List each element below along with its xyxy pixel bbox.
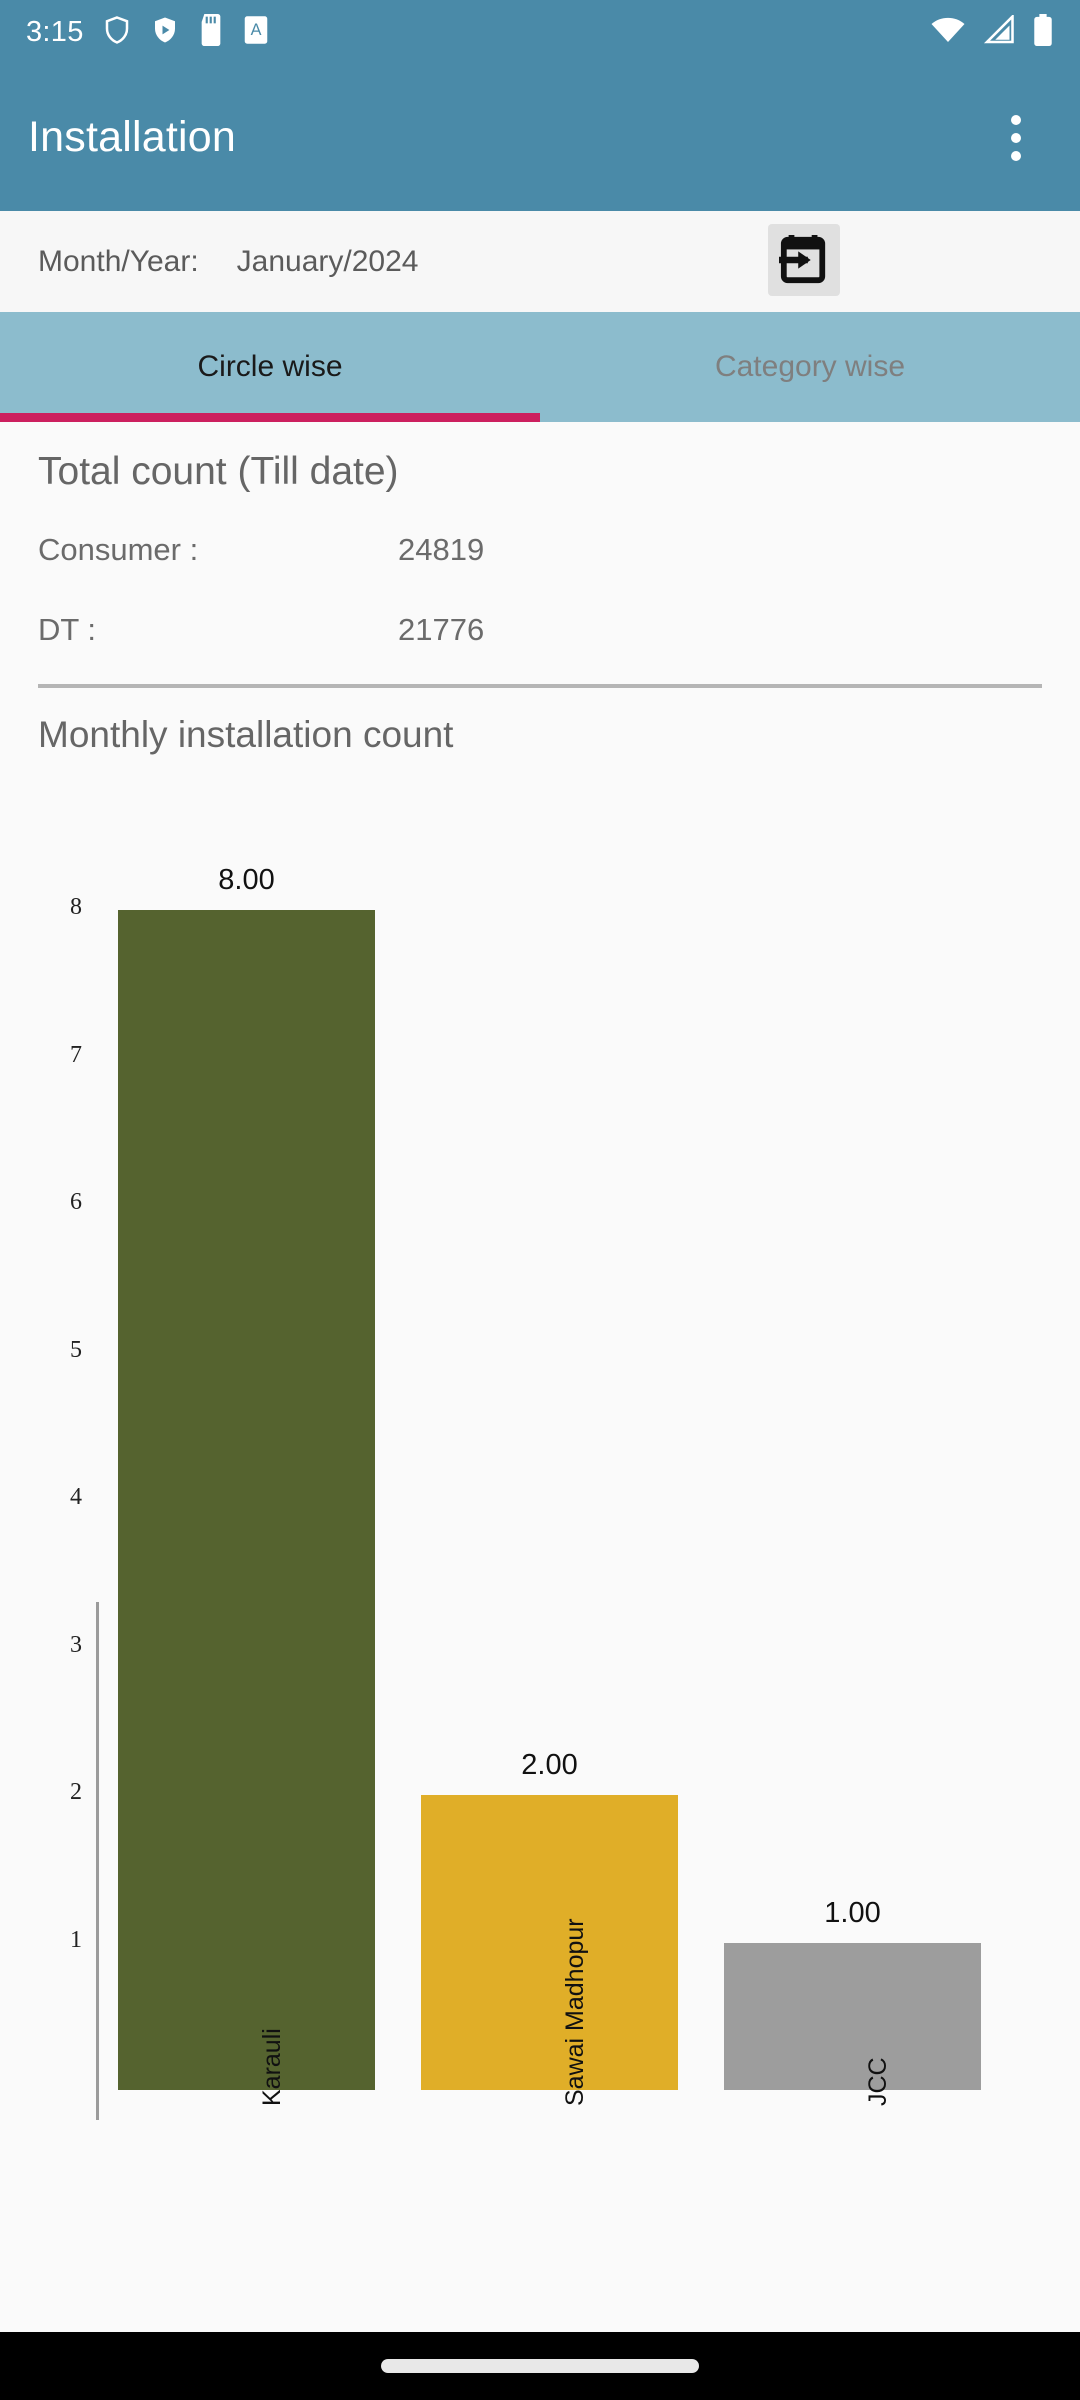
chart-category-label-sawai-madhopur: Sawai Madhopur <box>560 1918 589 2106</box>
totals-title: Total count (Till date) <box>38 450 399 493</box>
chart-category-label-karauli: Karauli <box>257 2028 286 2106</box>
sd-card-icon <box>198 13 224 51</box>
chart-bar-value-sawai-madhopur: 2.00 <box>521 1749 578 1782</box>
status-clock: 3:15 <box>26 15 84 48</box>
chart-y-tick-2: 2 <box>70 1779 82 1806</box>
chart-y-tick-4: 4 <box>70 1484 82 1511</box>
chart-bar-value-karauli: 8.00 <box>218 864 275 897</box>
page-title: Installation <box>28 113 236 161</box>
chart-y-axis <box>96 1602 99 2120</box>
chart-bar-jcc[interactable] <box>724 1942 981 2090</box>
monthly-installation-bar-chart[interactable]: 1 2 3 4 5 6 7 8 8.00 Karauli 2.00 Sawai Madhopur 1.… <box>0 780 1080 2120</box>
status-bar-right <box>930 12 1054 51</box>
app-badge-icon: A <box>242 15 270 50</box>
app-bar: Installation <box>0 64 1080 211</box>
tab-category-wise[interactable]: Category wise <box>540 312 1080 422</box>
chart-y-tick-1: 1 <box>70 1926 82 1953</box>
system-nav-bar <box>0 2332 1080 2400</box>
svg-text:A: A <box>250 21 261 39</box>
status-bar: 3:15 A <box>0 0 1080 64</box>
battery-icon <box>1032 13 1054 51</box>
total-row-consumer: Consumer : 24819 <box>38 510 1042 590</box>
tab-bar: Circle wise Category wise <box>0 312 1080 422</box>
more-vertical-icon[interactable] <box>980 102 1052 174</box>
month-year-label: Month/Year: <box>38 244 199 278</box>
total-row-dt: DT : 21776 <box>38 590 1042 670</box>
calendar-input-icon[interactable] <box>768 224 840 296</box>
chart-y-tick-6: 6 <box>70 1189 82 1216</box>
chart-title: Monthly installation count <box>38 714 454 755</box>
chart-y-tick-3: 3 <box>70 1631 82 1658</box>
tab-active-indicator <box>0 413 540 422</box>
tab-circle-wise-label: Circle wise <box>197 350 343 383</box>
tab-circle-wise[interactable]: Circle wise <box>0 312 540 422</box>
home-gesture-pill[interactable] <box>381 2359 699 2373</box>
shield-icon <box>102 14 132 51</box>
signal-icon <box>982 12 1016 50</box>
chart-y-tick-7: 7 <box>70 1041 82 1068</box>
dt-value: 21776 <box>398 612 485 647</box>
dt-label: DT : <box>38 612 96 647</box>
chart-y-tick-5: 5 <box>70 1336 82 1363</box>
wifi-icon <box>930 15 966 50</box>
play-protect-icon <box>150 14 180 51</box>
chart-bar-value-jcc: 1.00 <box>824 1896 881 1929</box>
content-area: Total count (Till date) Consumer : 24819… <box>0 422 1080 2120</box>
chart-bar-sawai-madhopur[interactable] <box>421 1795 678 2090</box>
consumer-value: 24819 <box>398 532 485 567</box>
month-year-value[interactable]: January/2024 <box>237 245 419 279</box>
tab-category-wise-label: Category wise <box>714 350 906 383</box>
consumer-label: Consumer : <box>38 532 199 567</box>
totals-block: Total count (Till date) Consumer : 24819… <box>0 422 1080 670</box>
chart-y-tick-8: 8 <box>70 894 82 921</box>
status-bar-left: 3:15 A <box>26 13 270 51</box>
month-year-filter-row: Month/Year: January/2024 <box>0 211 1080 312</box>
chart-category-label-jcc: JCC <box>863 2057 892 2106</box>
chart-bar-karauli[interactable] <box>118 910 375 2090</box>
